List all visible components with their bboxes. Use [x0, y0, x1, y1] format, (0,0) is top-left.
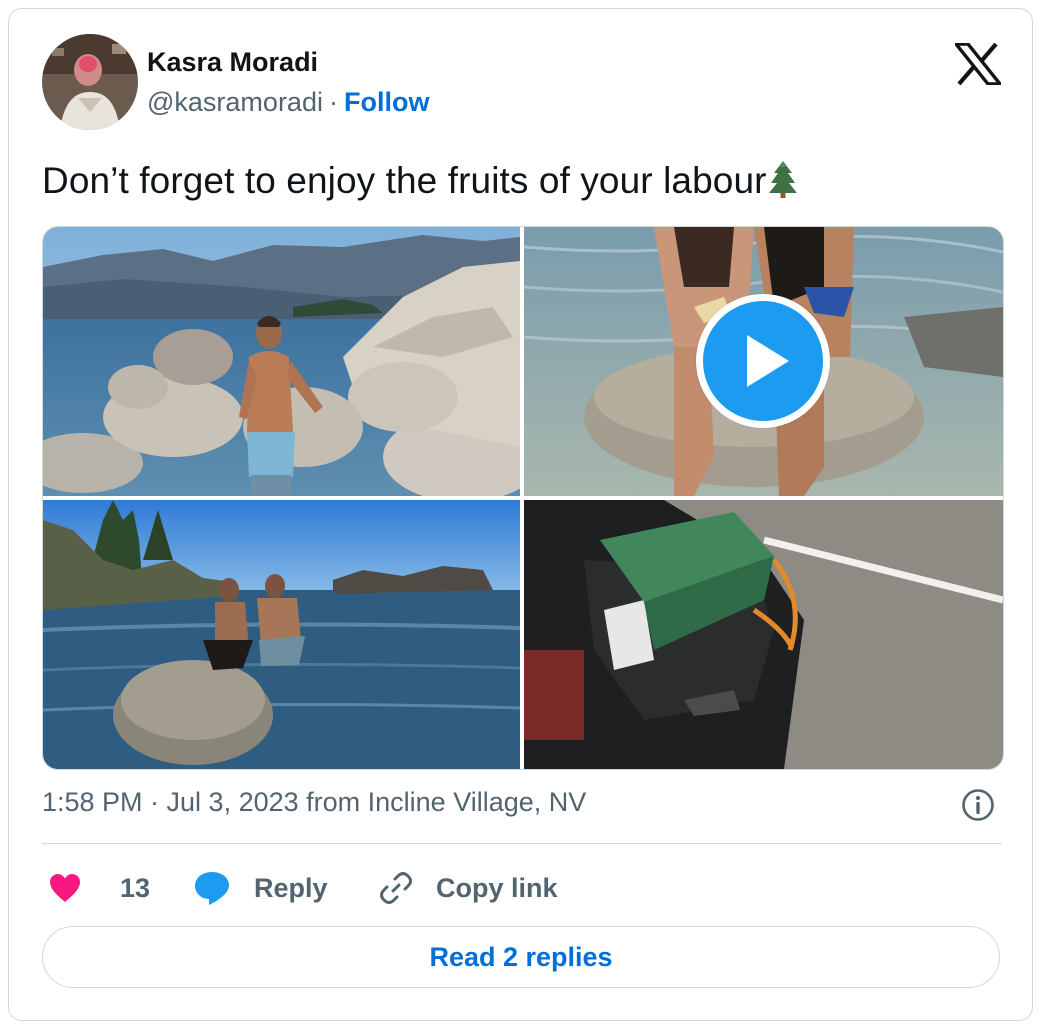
like-count: 13 — [120, 872, 151, 903]
author-name[interactable]: Kasra Moradi — [147, 47, 318, 78]
reply-bubble-icon — [195, 872, 229, 905]
like-button[interactable]: 13 — [48, 864, 150, 912]
play-button-fill — [703, 301, 823, 421]
separator-dot: · — [328, 87, 338, 117]
tweet-text-body: Don’t forget to enjoy the fruits of your… — [42, 160, 767, 201]
author-handle-row: @kasramoradi · Follow — [147, 87, 429, 118]
tweet-card: Kasra Moradi @kasramoradi · Follow Don’t f… — [8, 8, 1033, 1021]
copy-link-label: Copy link — [436, 872, 558, 903]
copy-link-button[interactable]: Copy link — [378, 864, 558, 912]
media-video-2[interactable] — [524, 227, 1003, 496]
avatar-image — [42, 34, 138, 130]
author-handle[interactable]: @kasramoradi — [147, 87, 323, 117]
media-grid — [42, 226, 1004, 770]
avatar[interactable] — [42, 34, 138, 130]
heart-icon — [50, 874, 80, 902]
follow-link[interactable]: Follow — [344, 87, 429, 117]
x-logo-icon[interactable] — [955, 43, 1001, 85]
read-replies-button[interactable]: Read 2 replies — [42, 926, 1000, 988]
evergreen-tree-icon — [768, 161, 797, 198]
media-photo-3[interactable] — [43, 500, 520, 769]
media-photo-4[interactable] — [524, 500, 1003, 769]
divider — [42, 843, 1002, 844]
link-icon — [380, 872, 412, 904]
play-icon — [747, 335, 789, 387]
reply-label: Reply — [254, 872, 328, 903]
reply-button[interactable]: Reply — [192, 864, 328, 912]
info-icon[interactable] — [960, 787, 996, 823]
tweet-timestamp[interactable]: 1:58 PM · Jul 3, 2023 from Incline Villa… — [42, 787, 586, 818]
media-photo-1[interactable] — [43, 227, 520, 496]
play-button[interactable] — [696, 294, 830, 428]
tweet-text: Don’t forget to enjoy the fruits of your… — [42, 159, 799, 202]
action-bar: 13 Reply Copy link — [42, 864, 1002, 912]
